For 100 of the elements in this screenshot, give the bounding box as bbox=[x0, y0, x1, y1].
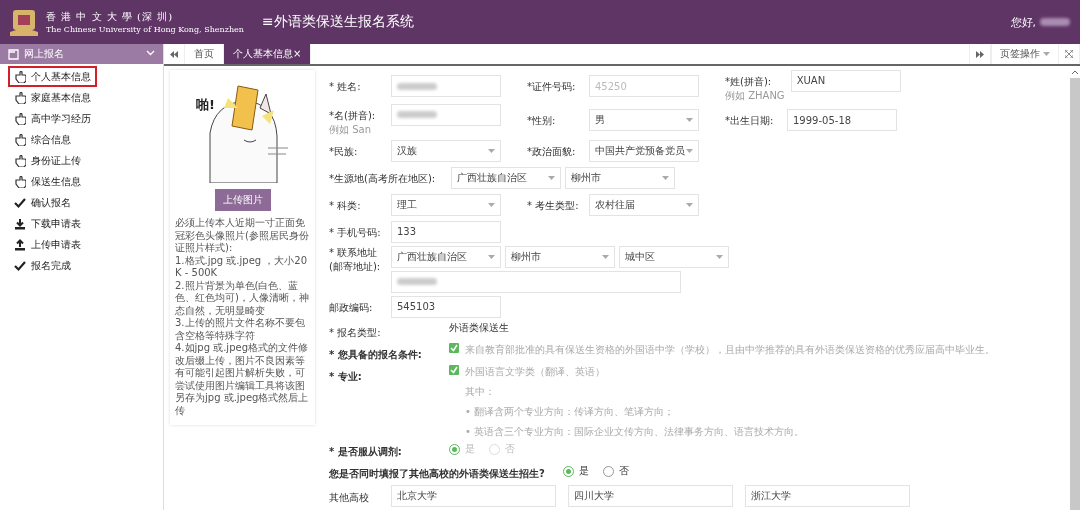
input-field[interactable] bbox=[391, 103, 501, 126]
upload-instruction: 必须上传本人近期一寸正面免冠彩色头像照片(参照居民身份证照片样式): bbox=[175, 217, 309, 253]
select-field[interactable]: 城中区 bbox=[619, 245, 729, 268]
caret-icon bbox=[686, 202, 693, 207]
sidebar-item[interactable]: 高中学习经历 bbox=[8, 108, 97, 129]
double-right-icon bbox=[976, 50, 984, 58]
select-field[interactable]: 柳州市 bbox=[565, 166, 676, 189]
crest-icon bbox=[10, 8, 38, 36]
caret-icon bbox=[602, 254, 609, 259]
checkbox[interactable] bbox=[449, 343, 459, 353]
field-label: * 科类: bbox=[329, 198, 362, 213]
input-field[interactable] bbox=[391, 75, 501, 98]
caret-icon bbox=[686, 118, 693, 123]
field-value: 外语类保送生 bbox=[449, 321, 509, 335]
university-name-english: The Chinese University of Hong Kong, Shenzhen bbox=[46, 25, 244, 34]
field-label: *民族: bbox=[329, 144, 359, 159]
caret-icon bbox=[548, 175, 556, 180]
sidebar-item[interactable]: 下载申请表 bbox=[8, 213, 87, 234]
input-field[interactable]: 四川大学 bbox=[568, 484, 733, 507]
field-hint: 例如 San bbox=[329, 122, 372, 137]
field-label: *姓(拼音): bbox=[725, 74, 773, 89]
upload-photo-button[interactable]: 上传图片 bbox=[214, 189, 271, 211]
upload-instruction: 1.格式.jpg 或.jpeg ，大小20K - 500K bbox=[175, 254, 308, 278]
sidebar-item[interactable]: 身份证上传 bbox=[8, 150, 87, 171]
system-title: ≡外语类保送生报名系统 bbox=[262, 13, 414, 31]
checkbox-label: 来自教育部批准的具有保送生资格的外国语中学（学校），且由中学推荐的具有外语类保送资格的优秀应届高中毕业生。 bbox=[465, 343, 995, 357]
input-field[interactable]: XUAN bbox=[790, 69, 901, 92]
hand-pointer-icon bbox=[14, 154, 26, 167]
sidebar-item[interactable]: 确认报名 bbox=[8, 192, 77, 213]
field-label: 您是否同时填报了其他高校的外语类保送生招生? bbox=[329, 466, 545, 481]
note-text: 其中： bbox=[465, 385, 496, 399]
double-left-icon bbox=[170, 50, 178, 58]
field-label: *名(拼音): bbox=[329, 108, 377, 123]
caret-icon bbox=[488, 254, 495, 259]
field-hint: 例如 ZHANG bbox=[725, 88, 785, 103]
select-field[interactable]: 理工 bbox=[391, 193, 501, 216]
checkbox-label: 外国语言文学类（翻译、英语） bbox=[465, 365, 605, 379]
input-field[interactable]: 浙江大学 bbox=[745, 484, 910, 507]
input-field[interactable]: 133 bbox=[391, 220, 501, 243]
select-field[interactable]: 中国共产党预备党员 bbox=[589, 139, 699, 162]
caret-icon bbox=[1043, 52, 1050, 56]
upload-icon bbox=[14, 238, 26, 251]
field-label: 其他高校 bbox=[329, 491, 370, 505]
checkbox[interactable] bbox=[449, 365, 459, 375]
caret-icon bbox=[686, 148, 693, 153]
hand-pointer-icon bbox=[14, 112, 26, 125]
sidebar-item[interactable]: 上传申请表 bbox=[8, 234, 87, 255]
radio-option[interactable]: 是 bbox=[562, 464, 589, 478]
field-label: * 手机号码: bbox=[329, 225, 382, 240]
checkmark-icon bbox=[14, 259, 26, 272]
hand-pointer-icon bbox=[14, 91, 26, 104]
caret-icon bbox=[488, 148, 495, 153]
caret-icon bbox=[716, 254, 723, 259]
field-label: *性别: bbox=[527, 114, 557, 129]
select-field[interactable]: 柳州市 bbox=[505, 245, 615, 268]
checkmark-icon bbox=[14, 196, 26, 209]
upload-instruction: 3.上传的照片文件名称不要包含空格等特殊字符 bbox=[175, 317, 305, 341]
sidebar-item[interactable]: 报名完成 bbox=[8, 255, 77, 276]
sidebar-item[interactable]: 个人基本信息 bbox=[8, 66, 97, 87]
field-label: *生源地(高考所在地区): bbox=[329, 171, 436, 186]
hand-pointer-icon bbox=[14, 70, 26, 83]
field-label: 邮政编码: bbox=[329, 300, 374, 315]
hand-pointer-icon bbox=[14, 133, 26, 146]
download-icon bbox=[14, 217, 26, 230]
fullscreen-button[interactable] bbox=[1058, 44, 1080, 64]
note-text: • 翻译含两个专业方向：传译方向、笔译方向； bbox=[465, 405, 676, 419]
note-text: • 英语含三个专业方向：国际企业文传方向、法律事务方向、语言技术方向。 bbox=[465, 425, 805, 439]
input-field[interactable]: 545103 bbox=[391, 295, 501, 318]
field-label: * 联系地址(邮寄地址): bbox=[329, 245, 382, 274]
field-label: * 姓名: bbox=[329, 80, 362, 95]
select-field[interactable]: 广西壮族自治区 bbox=[451, 166, 562, 189]
caret-icon bbox=[488, 202, 495, 207]
blurred-text bbox=[397, 278, 437, 286]
tab[interactable]: 个人基本信息× bbox=[224, 44, 312, 64]
select-field[interactable]: 农村往届 bbox=[589, 193, 699, 216]
input-field[interactable]: 1999-05-18 bbox=[787, 109, 897, 132]
select-field[interactable]: 汉族 bbox=[391, 139, 501, 162]
field-label: *证件号码: bbox=[527, 80, 577, 95]
blurred-text bbox=[397, 111, 437, 119]
greeting: 您好, bbox=[1010, 14, 1036, 30]
sidebar-item[interactable]: 综合信息 bbox=[8, 129, 77, 150]
input-field[interactable] bbox=[391, 270, 681, 293]
field-label: *政治面貌: bbox=[527, 144, 577, 159]
select-field[interactable]: 广西壮族自治区 bbox=[391, 245, 501, 268]
field-label: * 您具备的报名条件: bbox=[329, 348, 423, 362]
upload-instruction: 2.照片背景为单色(白色、蓝色、红色均可)，人像清晰，神态自然，无明显畸变 bbox=[175, 279, 309, 316]
sidebar-item[interactable]: 家庭基本信息 bbox=[8, 87, 97, 108]
blurred-text bbox=[397, 82, 437, 90]
field-label: * 考生类型: bbox=[527, 198, 580, 213]
field-label: *出生日期: bbox=[725, 114, 775, 129]
caret-icon bbox=[662, 175, 670, 180]
input-field[interactable]: 北京大学 bbox=[391, 484, 556, 507]
section-header[interactable]: 网上报名 bbox=[0, 44, 163, 64]
blurred-name bbox=[1040, 18, 1070, 26]
scroll-tabs-right-button[interactable] bbox=[969, 44, 991, 64]
field-label: * 报名类型: bbox=[329, 326, 382, 340]
scrollbar[interactable] bbox=[1070, 70, 1080, 510]
sidebar-item[interactable]: 保送生信息 bbox=[8, 171, 87, 192]
select-field[interactable]: 男 bbox=[589, 109, 699, 132]
radio-option[interactable]: 否 bbox=[602, 464, 629, 478]
